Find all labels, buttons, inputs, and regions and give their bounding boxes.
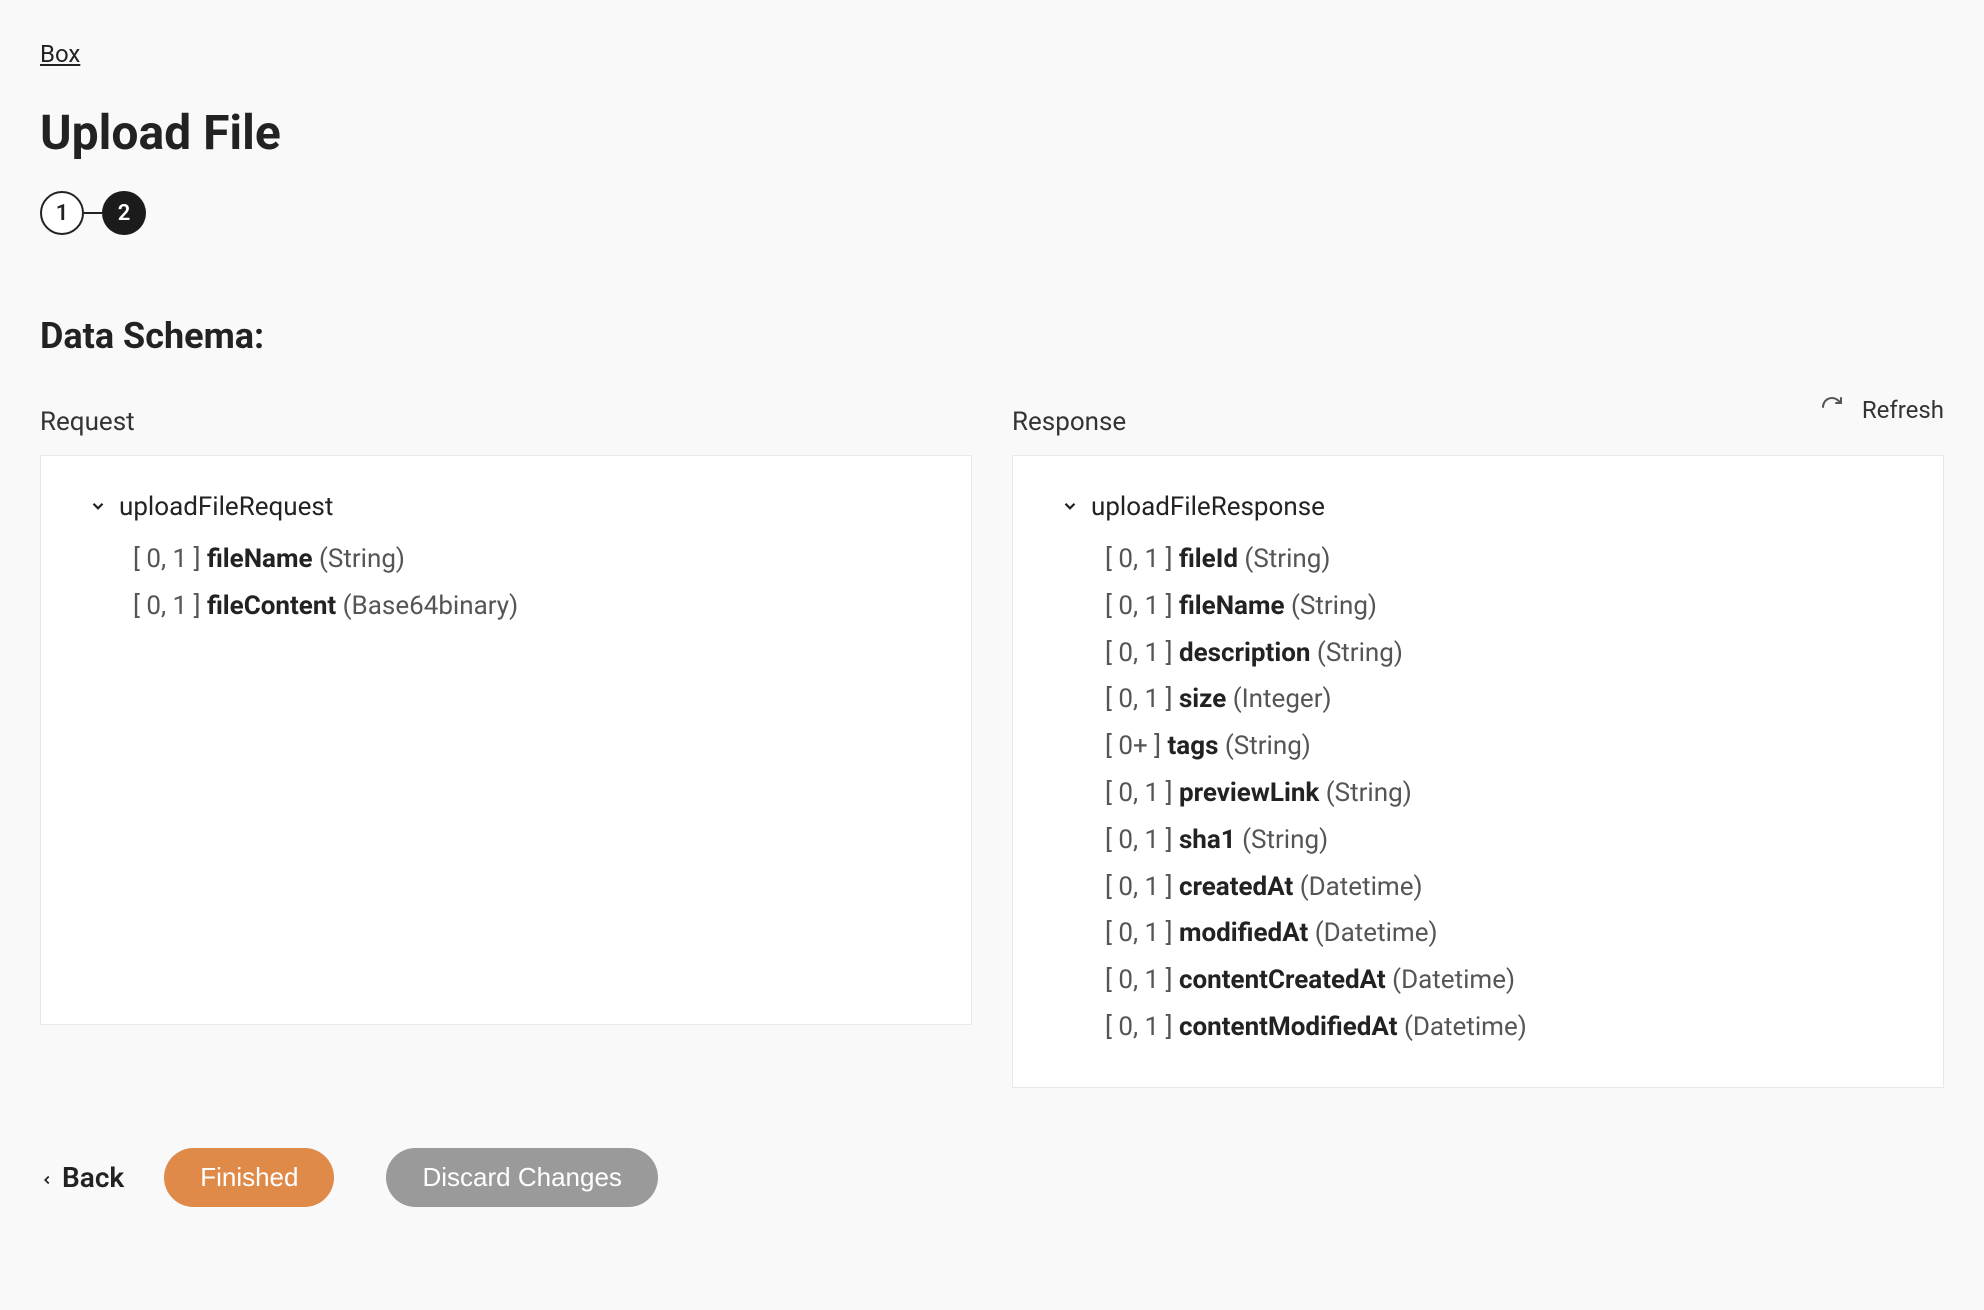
field-cardinality: [ 0, 1 ] [1105, 778, 1179, 808]
field-name: previewLink [1179, 778, 1319, 808]
field-cardinality: [ 0, 1 ] [1105, 872, 1179, 902]
field-cardinality: [ 0, 1 ] [1105, 825, 1179, 855]
field-name: contentModifiedAt [1179, 1012, 1398, 1042]
request-fields: [ 0, 1 ] fileName (String)[ 0, 1 ] fileC… [89, 536, 923, 630]
chevron-down-icon [1061, 492, 1079, 522]
field-type: (Integer) [1226, 684, 1331, 714]
field-name: fileId [1179, 544, 1238, 574]
request-column: Request uploadFileRequest [ 0, 1 ] fileN… [40, 407, 972, 1088]
request-panel: uploadFileRequest [ 0, 1 ] fileName (Str… [40, 455, 972, 1025]
field-name: fileName [207, 544, 313, 574]
field-cardinality: [ 0, 1 ] [1105, 1012, 1179, 1042]
request-root-label: uploadFileRequest [119, 492, 333, 522]
field-cardinality: [ 0, 1 ] [133, 591, 207, 621]
breadcrumb: Box [40, 40, 1944, 68]
chevron-left-icon [40, 1161, 54, 1194]
field-cardinality: [ 0, 1 ] [1105, 591, 1179, 621]
field-cardinality: [ 0, 1 ] [1105, 544, 1179, 574]
schema-field: [ 0, 1 ] description (String) [1105, 630, 1895, 677]
schema-columns: Request uploadFileRequest [ 0, 1 ] fileN… [40, 407, 1944, 1088]
chevron-down-icon [89, 492, 107, 522]
section-title-data-schema: Data Schema: [40, 315, 1944, 357]
field-name: tags [1168, 731, 1219, 761]
response-panel: uploadFileResponse [ 0, 1 ] fileId (Stri… [1012, 455, 1944, 1088]
response-tree-root[interactable]: uploadFileResponse [1061, 492, 1895, 522]
back-label: Back [62, 1161, 124, 1194]
finished-button[interactable]: Finished [164, 1148, 334, 1207]
field-cardinality: [ 0, 1 ] [1105, 965, 1179, 995]
response-column: Response uploadFileResponse [ 0, 1 ] fil… [1012, 407, 1944, 1088]
schema-field: [ 0, 1 ] fileId (String) [1105, 536, 1895, 583]
field-cardinality: [ 0, 1 ] [1105, 638, 1179, 668]
schema-field: [ 0, 1 ] contentModifiedAt (Datetime) [1105, 1004, 1895, 1051]
page-title: Upload File [40, 104, 1944, 161]
request-heading: Request [40, 407, 972, 437]
field-cardinality: [ 0+ ] [1105, 731, 1168, 761]
discard-changes-button[interactable]: Discard Changes [386, 1148, 657, 1207]
schema-field: [ 0+ ] tags (String) [1105, 723, 1895, 770]
field-type: (Datetime) [1293, 872, 1422, 902]
field-name: createdAt [1179, 872, 1293, 902]
back-button[interactable]: Back [40, 1161, 124, 1194]
request-tree-root[interactable]: uploadFileRequest [89, 492, 923, 522]
schema-field: [ 0, 1 ] fileContent (Base64binary) [133, 583, 923, 630]
field-name: fileContent [207, 591, 336, 621]
schema-field: [ 0, 1 ] sha1 (String) [1105, 817, 1895, 864]
schema-field: [ 0, 1 ] modifiedAt (Datetime) [1105, 910, 1895, 957]
step-2[interactable]: 2 [102, 191, 146, 235]
field-cardinality: [ 0, 1 ] [133, 544, 207, 574]
schema-field: [ 0, 1 ] previewLink (String) [1105, 770, 1895, 817]
field-name: description [1179, 638, 1311, 668]
field-type: (String) [1310, 638, 1402, 668]
field-type: (String) [1236, 825, 1328, 855]
field-type: (Datetime) [1386, 965, 1515, 995]
schema-field: [ 0, 1 ] contentCreatedAt (Datetime) [1105, 957, 1895, 1004]
refresh-icon [1820, 395, 1844, 425]
step-1[interactable]: 1 [40, 191, 84, 235]
refresh-label: Refresh [1862, 396, 1944, 424]
field-type: (String) [1238, 544, 1330, 574]
field-name: modifiedAt [1179, 918, 1308, 948]
step-connector [84, 212, 102, 214]
field-type: (Datetime) [1308, 918, 1437, 948]
breadcrumb-link-box[interactable]: Box [40, 40, 80, 68]
field-name: sha1 [1179, 825, 1236, 855]
field-name: contentCreatedAt [1179, 965, 1386, 995]
field-cardinality: [ 0, 1 ] [1105, 918, 1179, 948]
schema-field: [ 0, 1 ] fileName (String) [1105, 583, 1895, 630]
field-name: fileName [1179, 591, 1285, 621]
schema-field: [ 0, 1 ] size (Integer) [1105, 676, 1895, 723]
schema-field: [ 0, 1 ] fileName (String) [133, 536, 923, 583]
field-name: size [1179, 684, 1226, 714]
field-type: (String) [313, 544, 405, 574]
schema-field: [ 0, 1 ] createdAt (Datetime) [1105, 864, 1895, 911]
field-type: (Base64binary) [336, 591, 518, 621]
field-type: (String) [1319, 778, 1411, 808]
field-type: (Datetime) [1398, 1012, 1527, 1042]
response-fields: [ 0, 1 ] fileId (String)[ 0, 1 ] fileNam… [1061, 536, 1895, 1051]
field-type: (String) [1285, 591, 1377, 621]
schema-container: Refresh Request uploadFileRequest [ 0, 1… [40, 407, 1944, 1088]
refresh-button[interactable]: Refresh [1820, 395, 1944, 425]
footer: Back Finished Discard Changes [40, 1148, 1944, 1207]
stepper: 1 2 [40, 191, 1944, 235]
response-root-label: uploadFileResponse [1091, 492, 1325, 522]
field-cardinality: [ 0, 1 ] [1105, 684, 1179, 714]
response-heading: Response [1012, 407, 1944, 437]
field-type: (String) [1218, 731, 1310, 761]
